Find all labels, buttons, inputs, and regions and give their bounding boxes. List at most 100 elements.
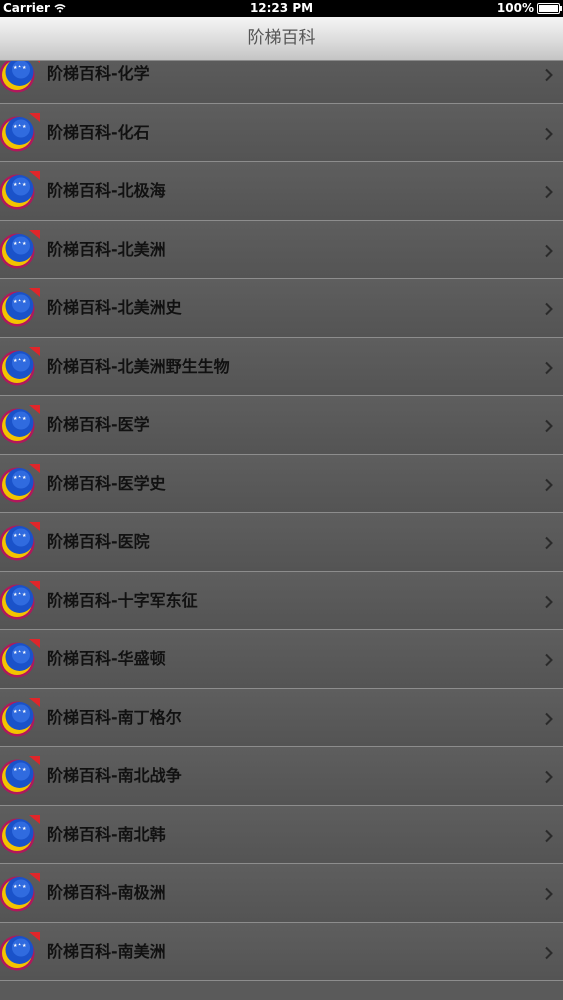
list-item[interactable]: ★ ★ ★ 阶梯百科-北美洲 <box>0 220 563 279</box>
svg-text:★: ★ <box>18 416 21 420</box>
status-bar: Carrier 12:23 PM 100% <box>0 0 563 17</box>
chevron-right-icon <box>545 653 553 667</box>
app-logo-icon: ★ ★ ★ <box>0 229 40 268</box>
chevron-right-icon <box>545 478 553 491</box>
battery-icon <box>537 3 562 14</box>
svg-text:★: ★ <box>18 357 21 361</box>
svg-text:★: ★ <box>22 943 27 949</box>
list-item[interactable]: ★ ★ ★ 阶梯百科-北极海 <box>0 162 563 221</box>
svg-text:★: ★ <box>22 709 27 715</box>
svg-text:★: ★ <box>18 708 21 712</box>
list-item[interactable]: ★ ★ ★ 阶梯百科-北美洲史 <box>0 279 563 338</box>
list-table[interactable]: ★ ★ ★ 阶梯百科-化学 ★ ★ ★ 阶梯百科-化石 ★ ★ ★ 阶梯百科-北… <box>0 45 563 1000</box>
svg-text:★: ★ <box>22 182 27 188</box>
list-item-label: 阶梯百科-北美洲史 <box>47 298 182 317</box>
svg-text:★: ★ <box>22 592 27 598</box>
chevron-right-icon <box>545 361 553 374</box>
chevron-right-icon <box>545 946 553 959</box>
chevron-right-icon <box>545 887 553 901</box>
list-item-label: 阶梯百科-北美洲 <box>47 239 166 259</box>
app-logo-icon: ★ ★ ★ <box>0 346 40 385</box>
svg-text:★: ★ <box>18 942 21 946</box>
list-item[interactable]: ★ ★ ★ 阶梯百科-南极洲 <box>0 864 563 923</box>
list-item-label: 阶梯百科-化石 <box>47 122 150 142</box>
svg-text:★: ★ <box>22 299 27 305</box>
app-logo-icon: ★ ★ ★ <box>0 873 40 912</box>
list-item-label: 阶梯百科-南北战争 <box>47 766 182 785</box>
svg-text:★: ★ <box>22 650 27 656</box>
chevron-right-icon <box>545 244 553 257</box>
svg-text:★: ★ <box>18 591 21 595</box>
list-item[interactable]: ★ ★ ★ 阶梯百科-华盛顿 <box>0 630 563 689</box>
chevron-right-icon <box>545 829 553 842</box>
svg-text:★: ★ <box>18 299 21 303</box>
list-item[interactable]: ★ ★ ★ 阶梯百科-南美洲 <box>0 922 563 981</box>
list-item-label: 阶梯百科-南北韩 <box>47 824 166 844</box>
list-item-label: 阶梯百科-十字军东征 <box>47 590 198 610</box>
list-item[interactable]: ★ ★ ★ 阶梯百科-医院 <box>0 513 563 572</box>
svg-text:★: ★ <box>18 240 21 244</box>
svg-text:★: ★ <box>18 65 21 69</box>
chevron-right-icon <box>545 302 553 316</box>
app-logo-icon: ★ ★ ★ <box>0 405 40 444</box>
svg-text:★: ★ <box>22 358 27 364</box>
app-logo-icon: ★ ★ ★ <box>0 522 40 561</box>
list-item[interactable]: ★ ★ ★ 阶梯百科-南北韩 <box>0 805 563 864</box>
list-item[interactable]: ★ ★ ★ 阶梯百科-北美洲野生生物 <box>0 337 563 396</box>
chevron-right-icon <box>545 68 553 82</box>
chevron-right-icon <box>545 536 553 550</box>
app-logo-icon: ★ ★ ★ <box>0 463 40 502</box>
svg-text:★: ★ <box>22 826 27 832</box>
app-logo-icon: ★ ★ ★ <box>0 288 40 327</box>
svg-text:★: ★ <box>22 416 27 422</box>
svg-text:★: ★ <box>18 650 21 654</box>
battery-percent: 100% <box>496 1 534 15</box>
app-logo-icon: ★ ★ ★ <box>0 931 40 970</box>
app-logo-icon: ★ ★ ★ <box>0 697 40 736</box>
svg-text:★: ★ <box>22 533 27 539</box>
svg-text:★: ★ <box>18 123 21 127</box>
status-time: 12:23 PM <box>249 1 314 15</box>
svg-text:★: ★ <box>22 65 27 71</box>
app-logo-icon: ★ ★ ★ <box>0 756 40 795</box>
svg-text:★: ★ <box>22 124 27 130</box>
app-logo-icon: ★ ★ ★ <box>0 112 40 151</box>
svg-text:★: ★ <box>18 474 21 478</box>
list-item-label: 阶梯百科-南美洲 <box>47 941 166 961</box>
list-item[interactable]: ★ ★ ★ 阶梯百科-南北战争 <box>0 747 563 806</box>
list-item-label: 阶梯百科-医学史 <box>47 473 166 493</box>
svg-text:★: ★ <box>18 182 21 186</box>
svg-text:★: ★ <box>18 825 21 829</box>
svg-text:★: ★ <box>18 884 21 888</box>
list-item-label: 阶梯百科-南丁格尔 <box>47 707 182 727</box>
chevron-right-icon <box>545 595 553 608</box>
chevron-right-icon <box>545 185 553 199</box>
app-logo-icon: ★ ★ ★ <box>0 814 40 853</box>
nav-bar: 阶梯百科 <box>0 17 563 61</box>
chevron-right-icon <box>545 127 553 140</box>
list-item-label: 阶梯百科-北极海 <box>47 181 166 200</box>
list-item-label: 阶梯百科-医院 <box>47 532 150 551</box>
list-item-label: 阶梯百科-南极洲 <box>47 883 166 902</box>
list-item[interactable]: ★ ★ ★ 阶梯百科-医学史 <box>0 454 563 513</box>
list-item[interactable]: ★ ★ ★ 阶梯百科-十字军东征 <box>0 571 563 630</box>
list-item[interactable]: ★ ★ ★ 阶梯百科-化石 <box>0 103 563 162</box>
app-logo-icon: ★ ★ ★ <box>0 639 40 678</box>
app-logo-icon: ★ ★ ★ <box>0 171 40 210</box>
svg-text:★: ★ <box>18 767 21 771</box>
chevron-right-icon <box>545 712 553 725</box>
svg-text:★: ★ <box>22 241 27 247</box>
list-item[interactable]: ★ ★ ★ 阶梯百科-医学 <box>0 396 563 455</box>
chevron-right-icon <box>545 419 553 433</box>
svg-text:★: ★ <box>18 533 21 537</box>
svg-text:★: ★ <box>22 475 27 481</box>
svg-text:★: ★ <box>22 884 27 890</box>
nav-title: 阶梯百科 <box>247 28 316 48</box>
app-logo-icon: ★ ★ ★ <box>0 580 40 619</box>
list-item[interactable]: ★ ★ ★ 阶梯百科-南丁格尔 <box>0 688 563 747</box>
list-item-label: 阶梯百科-华盛顿 <box>47 649 166 668</box>
list-item-label: 阶梯百科-医学 <box>47 415 150 434</box>
list-item-label: 阶梯百科-北美洲野生生物 <box>47 356 230 376</box>
status-right: 100% <box>496 1 562 15</box>
chevron-right-icon <box>545 770 553 784</box>
